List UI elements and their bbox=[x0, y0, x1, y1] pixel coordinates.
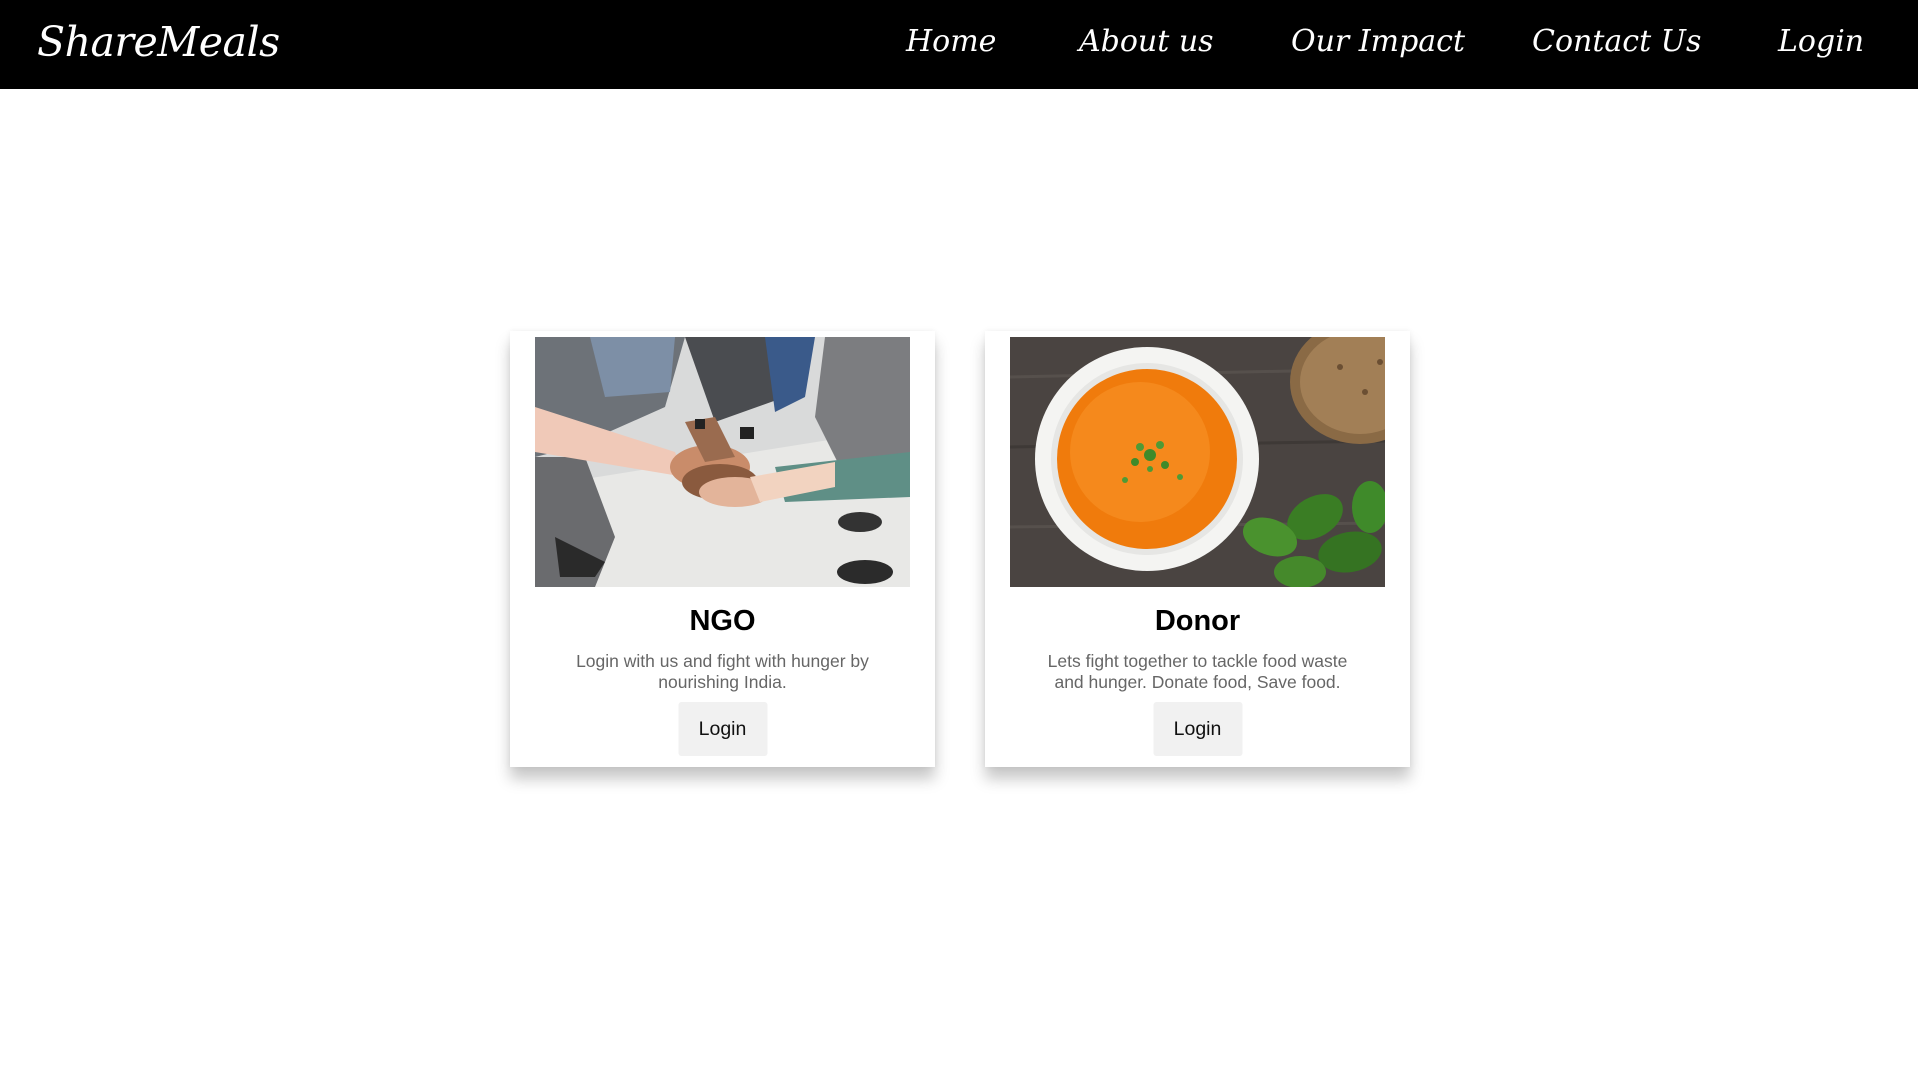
soup-bowl-image bbox=[1010, 337, 1385, 587]
navbar: ShareMeals Home About us Our Impact Cont… bbox=[0, 0, 1918, 89]
card-title: NGO bbox=[689, 605, 756, 637]
brand-logo[interactable]: ShareMeals bbox=[37, 18, 280, 66]
nav-link-home[interactable]: Home bbox=[906, 24, 996, 59]
card-description: Login with us and fight with hunger by n… bbox=[576, 651, 869, 692]
ngo-card: NGO Login with us and fight with hunger … bbox=[510, 331, 935, 767]
nav-link-contact-us[interactable]: Contact Us bbox=[1532, 24, 1701, 59]
ngo-login-button[interactable]: Login bbox=[678, 702, 767, 756]
team-hands-image bbox=[535, 337, 910, 587]
card-description: Lets fight together to tackle food waste… bbox=[1047, 651, 1348, 692]
nav-link-login[interactable]: Login bbox=[1778, 24, 1864, 59]
donor-login-button[interactable]: Login bbox=[1153, 702, 1242, 756]
card-title: Donor bbox=[1154, 605, 1241, 637]
nav-link-about-us[interactable]: About us bbox=[1079, 24, 1214, 59]
donor-card: Donor Lets fight together to tackle food… bbox=[985, 331, 1410, 767]
nav-link-our-impact[interactable]: Our Impact bbox=[1291, 24, 1465, 59]
